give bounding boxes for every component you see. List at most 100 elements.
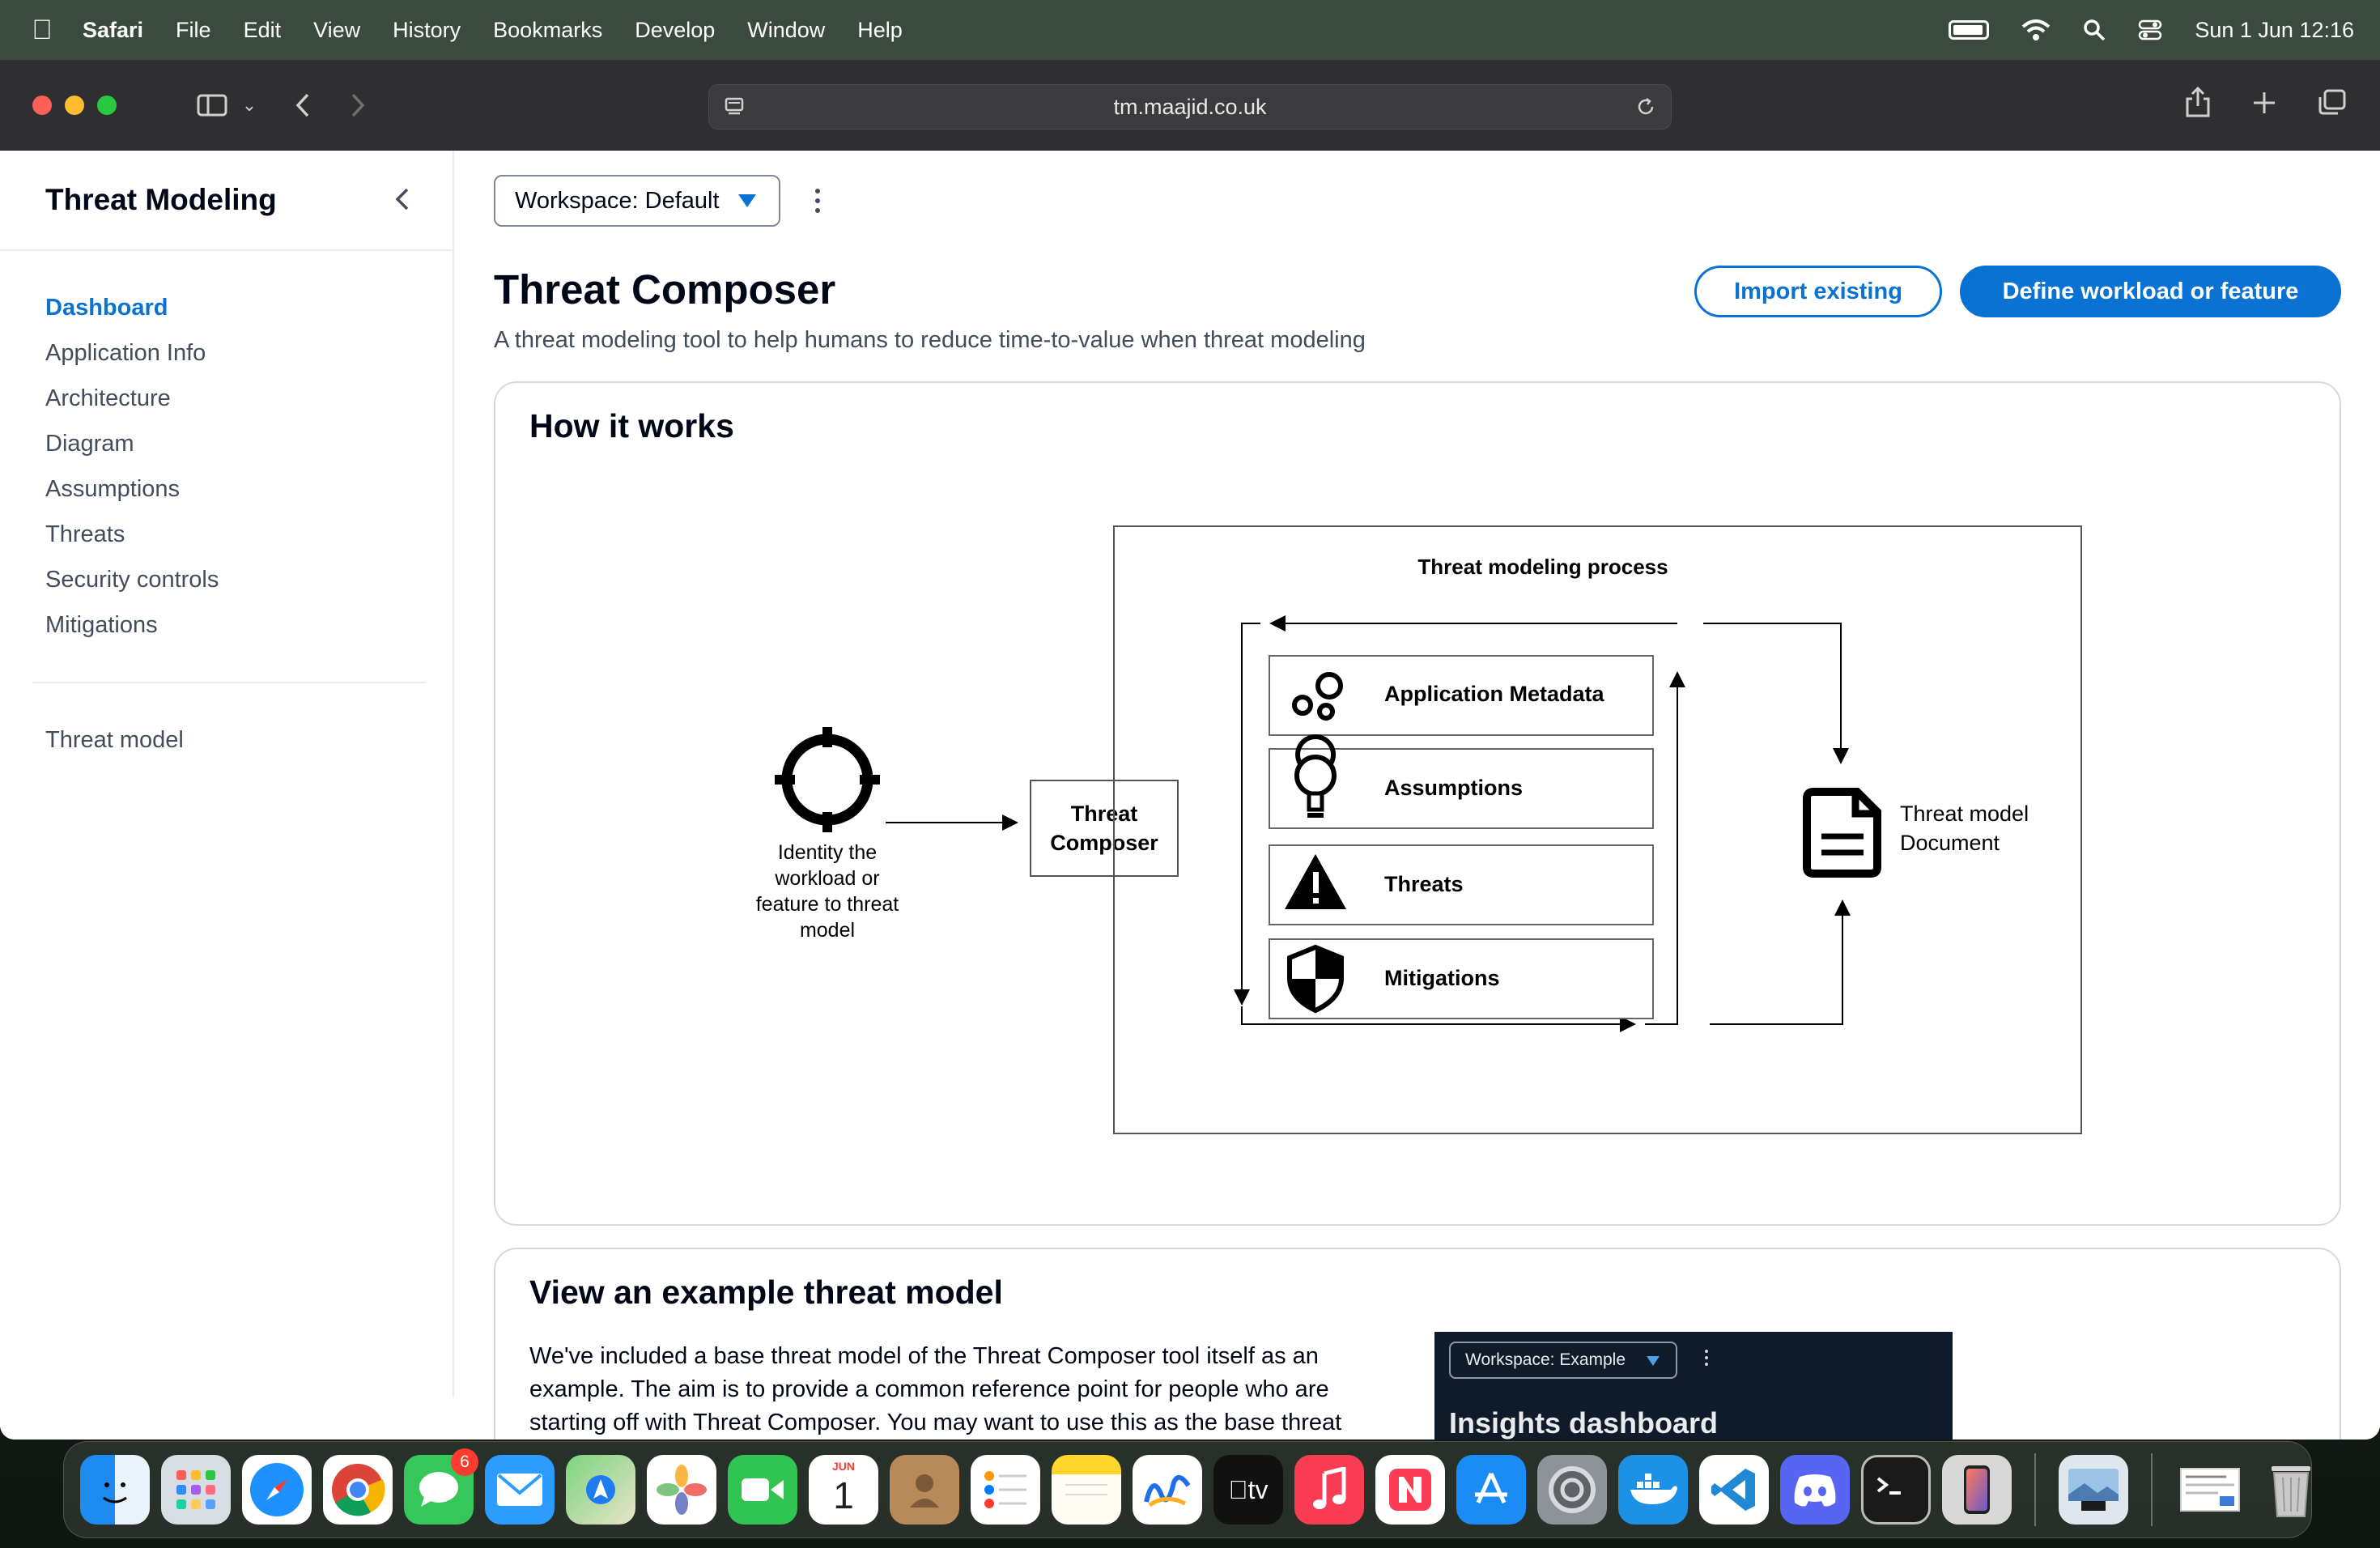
nav-divider — [32, 682, 427, 683]
reminders-icon[interactable] — [971, 1455, 1040, 1525]
sidebar-title[interactable]: Threat Modeling — [45, 183, 277, 217]
nav-item-diagram[interactable]: Diagram — [0, 421, 453, 466]
url-text[interactable]: tm.maajid.co.uk — [1113, 95, 1266, 120]
document-label-2: Document — [1900, 831, 2000, 855]
calendar-day: 1 — [833, 1474, 854, 1516]
browser-toolbar: ⌄ tm.maajid.co.uk — [0, 60, 2380, 151]
trash-icon[interactable] — [2256, 1455, 2326, 1525]
tab-overview-icon[interactable] — [2317, 86, 2348, 118]
app-store-icon[interactable] — [1456, 1455, 1526, 1525]
close-window-button[interactable] — [32, 95, 52, 115]
nav-item-dashboard[interactable]: Dashboard — [0, 285, 453, 330]
discord-icon[interactable] — [1780, 1455, 1850, 1525]
example-title: View an example threat model — [529, 1274, 1003, 1311]
caret-down-icon — [1647, 1356, 1660, 1366]
step-label-threats: Threats — [1384, 872, 1464, 896]
launchpad-icon[interactable] — [161, 1455, 231, 1525]
menu-app-name[interactable]: Safari — [83, 18, 143, 43]
nav-item-threat-model[interactable]: Threat model — [0, 717, 453, 763]
workspace-more-options-icon[interactable] — [810, 189, 826, 213]
menu-bookmarks[interactable]: Bookmarks — [493, 18, 602, 43]
site-settings-icon[interactable] — [724, 96, 745, 117]
docker-icon[interactable] — [1618, 1455, 1688, 1525]
back-icon[interactable] — [291, 91, 316, 119]
menu-help[interactable]: Help — [857, 18, 903, 43]
spotlight-search-icon[interactable] — [2083, 19, 2106, 41]
workspace-row: Workspace: Default — [494, 175, 826, 227]
reload-icon[interactable] — [1635, 96, 1656, 117]
menu-window[interactable]: Window — [747, 18, 825, 43]
composer-label-1: Threat — [1071, 802, 1138, 826]
apple-menu-icon[interactable]:  — [26, 15, 58, 46]
side-navigation: Threat Modeling Dashboard Application In… — [0, 151, 454, 1397]
example-description: We've included a base threat model of th… — [529, 1343, 1342, 1435]
shield-icon — [1287, 944, 1344, 1014]
step-label-assumptions: Assumptions — [1384, 776, 1523, 800]
nav-item-assumptions[interactable]: Assumptions — [0, 466, 453, 512]
system-settings-icon[interactable] — [1537, 1455, 1607, 1525]
wifi-icon[interactable] — [2021, 19, 2051, 41]
mail-icon[interactable] — [485, 1455, 555, 1525]
arrow-from-document — [1710, 899, 1851, 1025]
safari-window: ⌄ tm.maajid.co.uk Threat Modeling Dashbo… — [0, 60, 2380, 1440]
menu-view[interactable]: View — [313, 18, 360, 43]
terminal-icon[interactable] — [1861, 1455, 1931, 1525]
facetime-icon[interactable] — [728, 1455, 797, 1525]
maps-icon[interactable] — [566, 1455, 635, 1525]
news-icon[interactable] — [1375, 1455, 1445, 1525]
nav-item-mitigations[interactable]: Mitigations — [0, 602, 453, 648]
chrome-icon[interactable] — [323, 1455, 393, 1525]
web-page: Threat Modeling Dashboard Application In… — [0, 151, 2380, 1440]
iphone-mirroring-icon[interactable] — [1942, 1455, 2012, 1525]
tab-group-chevron-down-icon[interactable]: ⌄ — [240, 95, 259, 116]
nav-item-security-controls[interactable]: Security controls — [0, 557, 453, 602]
share-icon[interactable] — [2184, 86, 2212, 118]
example-dashboard-title: Insights dashboard — [1449, 1406, 1719, 1440]
sidebar-toggle-icon[interactable] — [196, 92, 228, 118]
arrow-to-document — [1703, 623, 1849, 764]
nav-item-architecture[interactable]: Architecture — [0, 376, 453, 421]
notes-icon[interactable] — [1052, 1455, 1121, 1525]
safari-icon[interactable] — [242, 1455, 312, 1525]
contacts-icon[interactable] — [890, 1455, 959, 1525]
collapse-sidebar-chevron-left-icon[interactable] — [387, 183, 419, 215]
apple-tv-icon[interactable]: tv — [1213, 1455, 1283, 1525]
workspace-select[interactable]: Workspace: Default — [494, 175, 780, 227]
import-existing-button[interactable]: Import existing — [1694, 266, 1942, 317]
vscode-icon[interactable] — [1699, 1455, 1769, 1525]
menu-develop[interactable]: Develop — [635, 18, 715, 43]
forward-icon[interactable] — [345, 91, 369, 119]
toolbar-right-actions — [2184, 86, 2348, 118]
menu-edit[interactable]: Edit — [244, 18, 282, 43]
zoom-window-button[interactable] — [97, 95, 117, 115]
example-workspace-value: Workspace: Example — [1465, 1350, 1626, 1369]
identify-label-3: feature to threat — [756, 893, 899, 916]
music-icon[interactable] — [1294, 1455, 1364, 1525]
calendar-icon[interactable]: JUN 1 — [809, 1455, 878, 1525]
new-tab-icon[interactable] — [2250, 86, 2278, 118]
menu-clock[interactable]: Sun 1 Jun 12:16 — [2195, 18, 2354, 43]
step-label-metadata: Application Metadata — [1384, 682, 1605, 706]
composer-box — [1030, 780, 1179, 877]
example-screenshot[interactable]: Workspace: Example Insights dashboard — [1434, 1332, 1953, 1440]
menu-file[interactable]: File — [176, 18, 211, 43]
preview-app-icon[interactable] — [2059, 1455, 2128, 1525]
document-icon — [1803, 788, 1881, 878]
nav-item-threats[interactable]: Threats — [0, 512, 453, 557]
menu-history[interactable]: History — [393, 18, 461, 43]
minimize-window-button[interactable] — [65, 95, 84, 115]
control-center-icon[interactable] — [2138, 19, 2162, 41]
battery-icon[interactable] — [1949, 20, 1990, 40]
target-icon — [775, 727, 880, 832]
messages-badge: 6 — [451, 1448, 478, 1476]
define-workload-button[interactable]: Define workload or feature — [1960, 266, 2341, 317]
dock-separator — [2151, 1453, 2153, 1526]
freeform-icon[interactable] — [1133, 1455, 1202, 1525]
nav-item-application-info[interactable]: Application Info — [0, 330, 453, 376]
messages-icon[interactable]: 6 — [404, 1448, 478, 1525]
recent-document-icon[interactable] — [2175, 1455, 2245, 1525]
address-bar[interactable]: tm.maajid.co.uk — [708, 84, 1672, 130]
finder-icon[interactable] — [80, 1455, 150, 1525]
photos-icon[interactable] — [647, 1455, 716, 1525]
workspace-select-value: Workspace: Default — [515, 187, 720, 214]
